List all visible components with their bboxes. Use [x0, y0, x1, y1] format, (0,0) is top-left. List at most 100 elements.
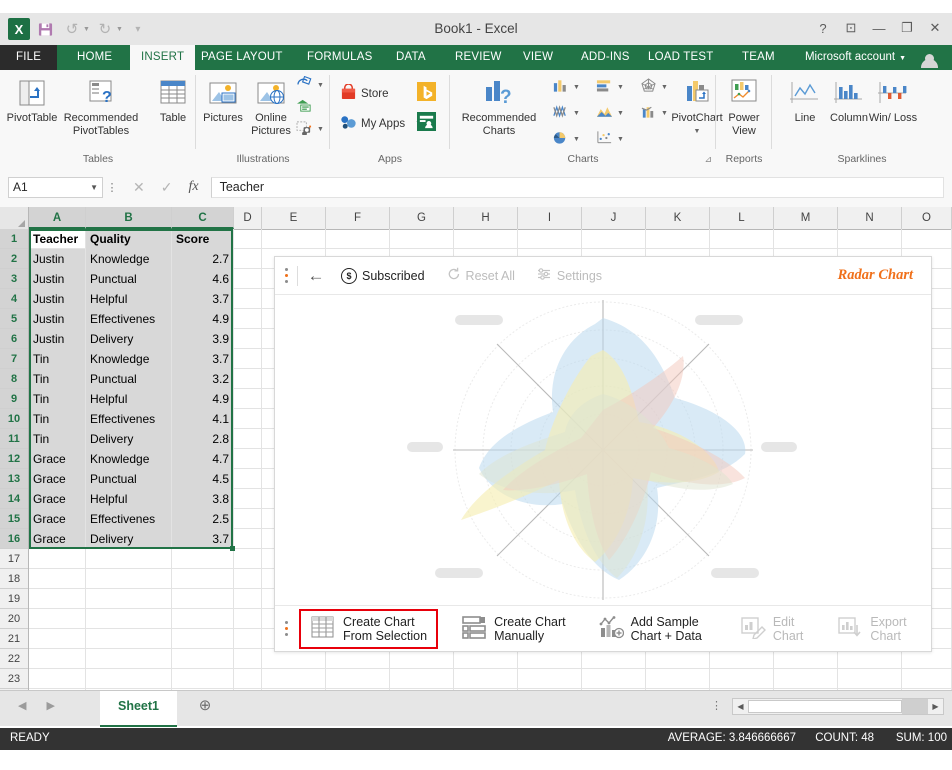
cell-C7[interactable]: 3.7 — [172, 349, 233, 369]
cell-A10[interactable]: Tin — [29, 409, 85, 429]
tab-review[interactable]: REVIEW — [444, 45, 513, 70]
cell-A5[interactable]: Justin — [29, 309, 85, 329]
column-header-i[interactable]: I — [518, 207, 582, 229]
column-header-l[interactable]: L — [710, 207, 774, 229]
status-sum[interactable]: SUM: 100 — [896, 732, 947, 744]
next-sheet-icon[interactable]: ▶ — [46, 699, 54, 712]
addin-chart-canvas[interactable] — [275, 295, 931, 605]
row-header-4[interactable]: 4 — [0, 289, 28, 309]
combo-chart-caret-icon[interactable]: ▼ — [661, 110, 668, 117]
column-header-n[interactable]: N — [838, 207, 902, 229]
scrollbar-grip[interactable]: ⋮ — [711, 699, 722, 712]
tab-load-test[interactable]: LOAD TEST — [637, 45, 725, 70]
stock-chart-caret-icon[interactable]: ▼ — [573, 110, 580, 117]
scroll-track[interactable] — [902, 699, 928, 714]
cell-A1[interactable]: Teacher — [29, 229, 85, 249]
row-header-18[interactable]: 18 — [0, 569, 28, 589]
cell-B9[interactable]: Helpful — [86, 389, 171, 409]
cell-C10[interactable]: 4.1 — [172, 409, 233, 429]
column-chart-button[interactable]: ▼ — [552, 78, 580, 96]
cell-A9[interactable]: Tin — [29, 389, 85, 409]
minimize-icon[interactable]: — — [866, 16, 892, 40]
addin-drag-handle-bottom[interactable] — [275, 621, 297, 636]
close-icon[interactable]: ✕ — [922, 16, 948, 40]
tab-view[interactable]: VIEW — [512, 45, 564, 70]
tab-formulas[interactable]: FORMULAS — [296, 45, 384, 70]
screenshot-button[interactable]: ▼ — [296, 120, 324, 138]
row-header-15[interactable]: 15 — [0, 509, 28, 529]
bar-chart-caret-icon[interactable]: ▼ — [617, 84, 624, 91]
cell-C6[interactable]: 3.9 — [172, 329, 233, 349]
help-icon[interactable]: ? — [810, 16, 836, 40]
cell-A7[interactable]: Tin — [29, 349, 85, 369]
row-header-17[interactable]: 17 — [0, 549, 28, 569]
cell-C3[interactable]: 4.6 — [172, 269, 233, 289]
radar-chart-button[interactable]: ▼ — [640, 78, 668, 96]
store-button[interactable]: Store — [340, 83, 389, 103]
account-menu[interactable]: Microsoft account ▼ — [805, 45, 906, 70]
column-header-e[interactable]: E — [262, 207, 326, 229]
cell-A13[interactable]: Grace — [29, 469, 85, 489]
fill-handle[interactable] — [230, 546, 235, 551]
tab-addins[interactable]: ADD-INS — [570, 45, 641, 70]
cell-B10[interactable]: Effectivenes — [86, 409, 171, 429]
cell-B8[interactable]: Punctual — [86, 369, 171, 389]
cell-A8[interactable]: Tin — [29, 369, 85, 389]
select-all-corner[interactable] — [0, 207, 29, 229]
sheet-tab-sheet1[interactable]: Sheet1 — [100, 691, 177, 727]
power-view-button[interactable]: Power View — [716, 75, 772, 137]
pivottable-button[interactable]: PivotTable — [3, 75, 61, 125]
row-header-2[interactable]: 2 — [0, 249, 28, 269]
cell-B14[interactable]: Helpful — [86, 489, 171, 509]
column-header-f[interactable]: F — [326, 207, 390, 229]
recommended-pivottables-button[interactable]: ? Recommended PivotTables — [60, 75, 142, 137]
column-header-g[interactable]: G — [390, 207, 454, 229]
tab-page-layout[interactable]: PAGE LAYOUT — [190, 45, 294, 70]
row-header-21[interactable]: 21 — [0, 629, 28, 649]
table-button[interactable]: Table — [144, 75, 202, 125]
online-pictures-button[interactable]: Online Pictures — [246, 75, 296, 137]
row-header-12[interactable]: 12 — [0, 449, 28, 469]
scroll-left-icon[interactable]: ◀ — [733, 702, 748, 711]
cell-A3[interactable]: Justin — [29, 269, 85, 289]
column-header-a[interactable]: A — [29, 207, 86, 229]
bing-maps-icon[interactable] — [417, 82, 436, 104]
charts-dialog-launcher[interactable]: ⊿ — [704, 154, 712, 165]
cell-C16[interactable]: 3.7 — [172, 529, 233, 549]
row-header-8[interactable]: 8 — [0, 369, 28, 389]
column-header-k[interactable]: K — [646, 207, 710, 229]
cell-C1[interactable]: Score — [172, 229, 233, 249]
cell-B5[interactable]: Effectivenes — [86, 309, 171, 329]
row-header-3[interactable]: 3 — [0, 269, 28, 289]
row-header-20[interactable]: 20 — [0, 609, 28, 629]
column-header-d[interactable]: D — [234, 207, 262, 229]
cell-A6[interactable]: Justin — [29, 329, 85, 349]
formula-input[interactable]: Teacher — [210, 176, 944, 198]
cell-B13[interactable]: Punctual — [86, 469, 171, 489]
reset-all-button[interactable]: Reset All — [436, 267, 526, 284]
cell-C4[interactable]: 3.7 — [172, 289, 233, 309]
stock-chart-button[interactable]: ▼ — [552, 104, 580, 122]
cell-B12[interactable]: Knowledge — [86, 449, 171, 469]
restore-icon[interactable]: ❐ — [894, 16, 920, 40]
shapes-button[interactable]: ▼ — [296, 75, 324, 94]
cell-B3[interactable]: Punctual — [86, 269, 171, 289]
avatar[interactable] — [910, 46, 948, 70]
add-sample-chart-data-button[interactable]: Add Sample Chart + Data — [589, 611, 711, 647]
insert-function-icon[interactable]: fx — [188, 179, 198, 195]
scatter-chart-button[interactable]: ▼ — [596, 130, 624, 148]
create-chart-manually-button[interactable]: Create Chart Manually — [452, 611, 575, 647]
my-apps-button[interactable]: My Apps ▼ — [340, 114, 422, 133]
tab-home[interactable]: HOME — [66, 45, 123, 70]
combo-chart-button[interactable]: ▼ — [640, 104, 668, 122]
scroll-right-icon[interactable]: ▶ — [928, 702, 943, 711]
pictures-button[interactable]: Pictures — [198, 75, 248, 125]
cell-A14[interactable]: Grace — [29, 489, 85, 509]
cell-A11[interactable]: Tin — [29, 429, 85, 449]
row-header-14[interactable]: 14 — [0, 489, 28, 509]
cell-C12[interactable]: 4.7 — [172, 449, 233, 469]
column-header-o[interactable]: O — [902, 207, 952, 229]
cell-A2[interactable]: Justin — [29, 249, 85, 269]
name-box[interactable]: A1 ▼ — [8, 176, 103, 198]
name-box-caret-icon[interactable]: ▼ — [90, 183, 98, 192]
